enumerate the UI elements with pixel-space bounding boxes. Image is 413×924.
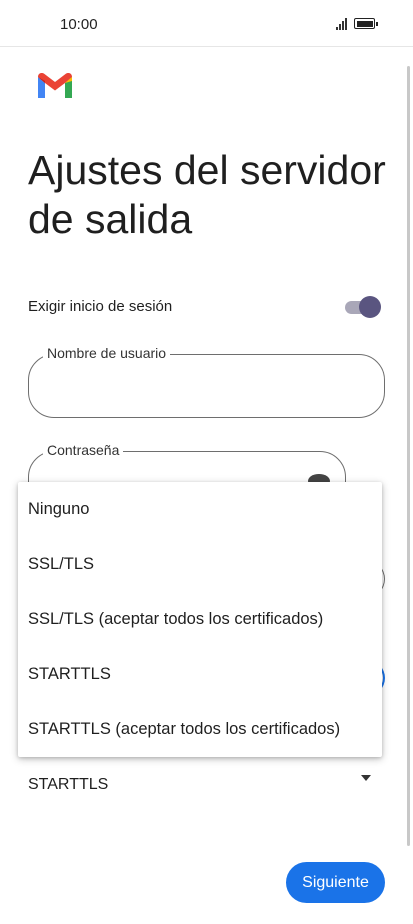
menu-item-starttls-all-certs[interactable]: STARTTLS (aceptar todos los certificados…: [18, 702, 382, 757]
menu-item-ssl-tls[interactable]: SSL/TLS: [18, 537, 382, 592]
login-required-toggle[interactable]: [343, 296, 383, 318]
dropdown-arrow-icon: [361, 775, 371, 781]
signal-icon: [336, 18, 350, 30]
security-type-value: STARTTLS: [28, 776, 109, 793]
username-field[interactable]: Nombre de usuario: [28, 345, 385, 418]
username-field-label: Nombre de usuario: [43, 345, 171, 361]
menu-item-starttls[interactable]: STARTTLS: [18, 647, 382, 702]
gmail-logo-icon: [38, 73, 72, 98]
password-field-label: Contraseña: [43, 442, 124, 458]
menu-item-ssl-tls-all-certs[interactable]: SSL/TLS (aceptar todos los certificados): [18, 592, 382, 647]
status-bar: 10:00: [0, 0, 413, 47]
battery-icon: [354, 18, 378, 29]
security-type-select[interactable]: STARTTLS: [18, 760, 382, 794]
security-dropdown-menu: Ninguno SSL/TLS SSL/TLS (aceptar todos l…: [18, 482, 382, 757]
status-time: 10:00: [60, 16, 98, 33]
scrollbar[interactable]: [407, 66, 410, 846]
login-required-label: Exigir inicio de sesión: [28, 298, 173, 315]
toggle-thumb: [359, 296, 381, 318]
page-title: Ajustes del servidor de salida: [28, 147, 386, 242]
next-button[interactable]: Siguiente: [286, 862, 385, 903]
menu-item-ninguno[interactable]: Ninguno: [18, 482, 382, 537]
